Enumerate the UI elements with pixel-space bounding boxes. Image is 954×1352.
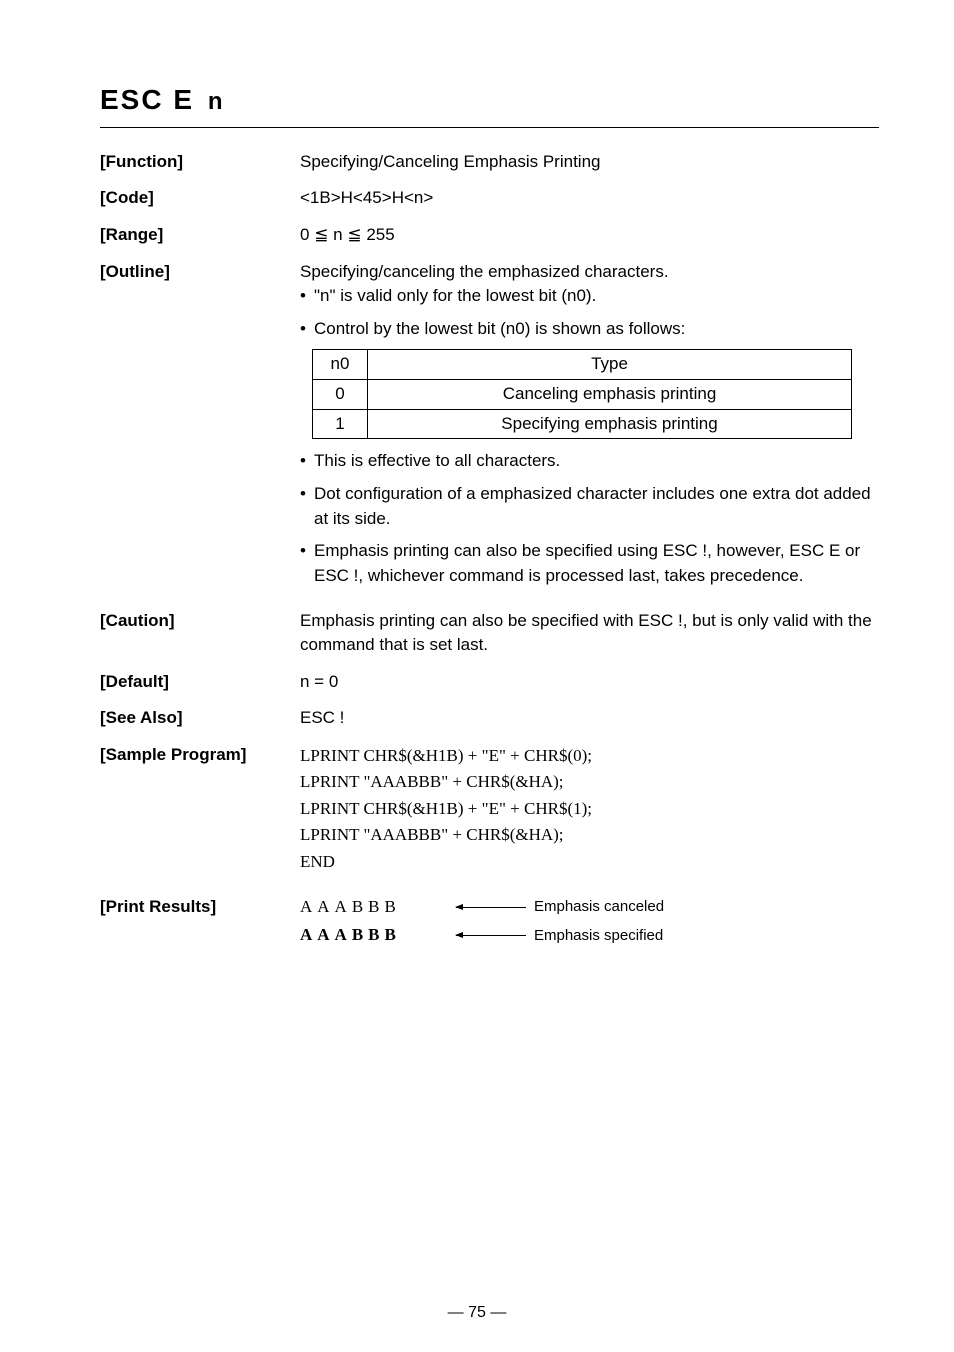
default-value: n = 0	[300, 670, 879, 695]
outline-bullet4-row: • Dot configuration of a emphasized char…	[300, 482, 879, 531]
print-result-line: AAABBB Emphasis specified	[300, 923, 879, 948]
outline-bullet5-row: • Emphasis printing can also be specifie…	[300, 539, 879, 588]
sample-value: LPRINT CHR$(&H1B) + "E" + CHR$(0); LPRIN…	[300, 743, 879, 875]
outline-bullet4: Dot configuration of a emphasized charac…	[314, 482, 879, 531]
bullet-dot: •	[300, 284, 314, 309]
see-also-row: [See Also] ESC !	[100, 706, 879, 731]
see-also-value: ESC !	[300, 706, 879, 731]
table-cell: Specifying emphasis printing	[368, 409, 852, 439]
control-table: n0 Type 0 Canceling emphasis printing 1 …	[312, 349, 852, 439]
default-row: [Default] n = 0	[100, 670, 879, 695]
outline-bullet2-row: • Control by the lowest bit (n0) is show…	[300, 317, 879, 342]
sample-row: [Sample Program] LPRINT CHR$(&H1B) + "E"…	[100, 743, 879, 875]
range-post: 255	[362, 225, 395, 244]
outline-label: [Outline]	[100, 260, 300, 285]
function-value: Specifying/Canceling Emphasis Printing	[300, 150, 879, 175]
outline-bullet1-row: • "n" is valid only for the lowest bit (…	[300, 284, 879, 309]
code-label: [Code]	[100, 186, 300, 211]
function-row: [Function] Specifying/Canceling Emphasis…	[100, 150, 879, 175]
table-header-row: n0 Type	[313, 350, 852, 380]
see-also-label: [See Also]	[100, 706, 300, 731]
print-desc: Emphasis canceled	[534, 896, 664, 918]
outline-bullet1: "n" is valid only for the lowest bit (n0…	[314, 284, 879, 309]
table-cell: Canceling emphasis printing	[368, 380, 852, 410]
sample-line: END	[300, 849, 879, 875]
sample-line: LPRINT "AAABBB" + CHR$(&HA);	[300, 822, 879, 848]
bullet-dot: •	[300, 482, 314, 507]
outline-bullet3-row: • This is effective to all characters.	[300, 449, 879, 474]
title-main: ESC E	[100, 84, 194, 115]
range-row: [Range] 0 ≦ n ≦ 255	[100, 223, 879, 248]
bullet-dot: •	[300, 317, 314, 342]
title-divider	[100, 127, 879, 128]
caution-label: [Caution]	[100, 609, 300, 634]
range-lte2: ≦	[347, 225, 361, 244]
outline-bullet3: This is effective to all characters.	[314, 449, 879, 474]
outline-value: Specifying/canceling the emphasized char…	[300, 260, 879, 597]
range-pre: 0	[300, 225, 314, 244]
print-result-line: AAABBB Emphasis canceled	[300, 895, 879, 920]
table-header-n0: n0	[313, 350, 368, 380]
caution-value: Emphasis printing can also be specified …	[300, 609, 879, 658]
range-n: n	[328, 225, 347, 244]
bullet-dot: •	[300, 539, 314, 564]
range-label: [Range]	[100, 223, 300, 248]
function-label: [Function]	[100, 150, 300, 175]
print-sample-normal: AAABBB	[300, 895, 450, 920]
outline-bullet5: Emphasis printing can also be specified …	[314, 539, 879, 588]
table-row: 0 Canceling emphasis printing	[313, 380, 852, 410]
caution-row: [Caution] Emphasis printing can also be …	[100, 609, 879, 658]
arrow-left-icon	[456, 907, 526, 908]
outline-row: [Outline] Specifying/canceling the empha…	[100, 260, 879, 597]
bullet-dot: •	[300, 449, 314, 474]
outline-bullet2: Control by the lowest bit (n0) is shown …	[314, 317, 879, 342]
table-header-type: Type	[368, 350, 852, 380]
outline-line1: Specifying/canceling the emphasized char…	[300, 260, 879, 285]
table-cell: 0	[313, 380, 368, 410]
print-desc: Emphasis specified	[534, 925, 663, 947]
print-results-label: [Print Results]	[100, 895, 300, 920]
sample-line: LPRINT CHR$(&H1B) + "E" + CHR$(0);	[300, 743, 879, 769]
code-value: <1B>H<45>H<n>	[300, 186, 879, 211]
title-sub: n	[208, 88, 225, 115]
print-results-value: AAABBB Emphasis canceled AAABBB Emphasis…	[300, 895, 879, 952]
print-results-row: [Print Results] AAABBB Emphasis canceled…	[100, 895, 879, 952]
command-title: ESC E n	[100, 80, 879, 121]
range-lte1: ≦	[314, 225, 328, 244]
sample-label: [Sample Program]	[100, 743, 300, 768]
arrow-left-icon	[456, 935, 526, 936]
table-row: 1 Specifying emphasis printing	[313, 409, 852, 439]
sample-line: LPRINT CHR$(&H1B) + "E" + CHR$(1);	[300, 796, 879, 822]
code-row: [Code] <1B>H<45>H<n>	[100, 186, 879, 211]
sample-line: LPRINT "AAABBB" + CHR$(&HA);	[300, 769, 879, 795]
print-sample-bold: AAABBB	[300, 923, 450, 948]
table-cell: 1	[313, 409, 368, 439]
range-value: 0 ≦ n ≦ 255	[300, 223, 879, 248]
default-label: [Default]	[100, 670, 300, 695]
page-number: — 75 —	[0, 1301, 954, 1324]
